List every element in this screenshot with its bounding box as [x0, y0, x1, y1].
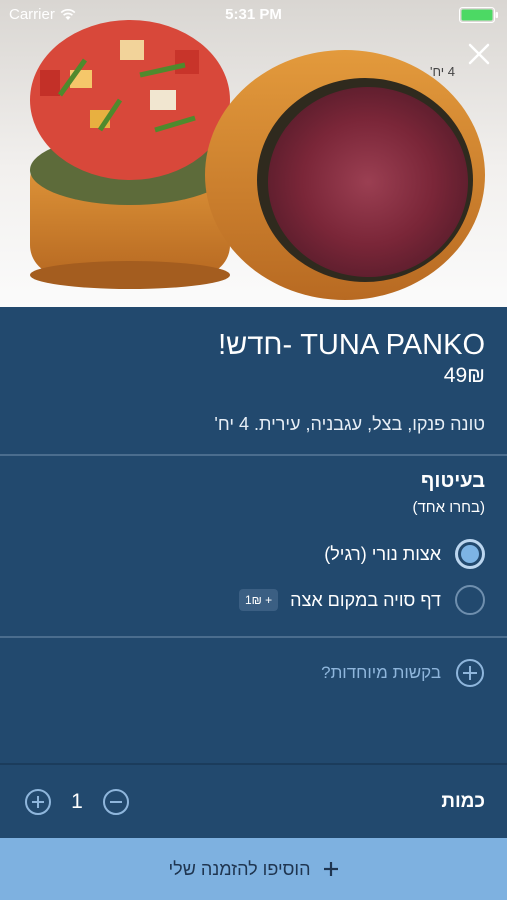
divider [0, 454, 507, 456]
product-image [0, 0, 507, 307]
option-nori[interactable]: אצות נורי (רגיל) [22, 537, 485, 571]
radio-unselected[interactable] [455, 585, 485, 615]
add-to-order-button[interactable]: הוסיפו להזמנה שלי [0, 838, 507, 900]
radio-selected[interactable] [455, 539, 485, 569]
divider [0, 636, 507, 638]
option-label: אצות נורי (רגיל) [324, 543, 441, 564]
quantity-stepper: כמות 1 [0, 765, 507, 838]
special-requests-label: בקשות מיוחדות? [321, 663, 441, 682]
pieces-tag: 4 יח' [429, 64, 455, 79]
status-bar: Carrier 5:31 PM [0, 0, 507, 30]
decrease-quantity-icon[interactable] [102, 788, 130, 816]
product-title: TUNA PANKO -חדש! [218, 329, 485, 361]
option-soy-paper[interactable]: דף סויה במקום אצה + 1₪ [22, 583, 485, 617]
option-group-title: בעיטוף [420, 470, 485, 492]
close-icon[interactable] [467, 42, 491, 66]
option-label: דף סויה במקום אצה [290, 589, 441, 610]
add-to-order-label: הוסיפו להזמנה שלי [168, 858, 311, 879]
option-group-subtitle: (בחרו אחד) [412, 499, 485, 516]
quantity-value: 1 [71, 790, 83, 813]
product-price: 49₪ [443, 364, 485, 387]
increase-quantity-icon[interactable] [24, 788, 52, 816]
battery-icon [459, 7, 498, 23]
product-description: טונה פנקו, בצל, עגבניה, עירית. 4 יח' [214, 414, 485, 434]
plus-circle-icon [456, 659, 484, 687]
special-requests-button[interactable]: בקשות מיוחדות? [22, 656, 485, 690]
option-group: בעיטוף (בחרו אחד) [0, 470, 507, 516]
plus-icon [323, 862, 338, 876]
quantity-label: כמות [441, 791, 485, 812]
sushi-illustration [30, 20, 485, 300]
radio-dot [461, 545, 479, 563]
product-info: TUNA PANKO -חדש! 49₪ טונה פנקו, בצל, עגב… [0, 307, 507, 454]
option-price-badge: + 1₪ [238, 589, 279, 611]
clock: 5:31 PM [225, 6, 282, 23]
